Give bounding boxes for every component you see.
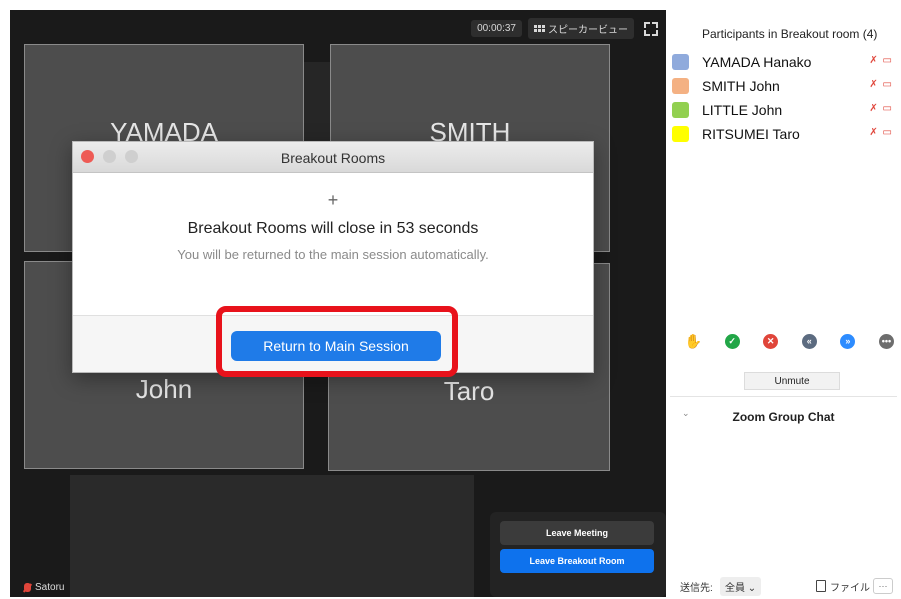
background-strip	[70, 475, 474, 597]
more-options-icon[interactable]: •••	[878, 333, 894, 349]
avatar	[672, 102, 689, 118]
file-label: ファイル	[830, 582, 870, 594]
fullscreen-icon[interactable]	[644, 21, 658, 36]
participant-name: RITSUMEI Taro	[702, 126, 800, 142]
leave-meeting-button[interactable]: Leave Meeting	[500, 521, 654, 545]
plus-icon: +	[327, 190, 339, 210]
go-slower-icon[interactable]: «	[801, 333, 817, 349]
dialog-titlebar: Breakout Rooms	[73, 142, 593, 173]
dialog-message: Breakout Rooms will close in 53 seconds	[187, 220, 479, 237]
avatar	[672, 78, 689, 94]
avatar	[672, 54, 689, 70]
participant-row[interactable]: RITSUMEI Taro ✗ ▭	[672, 124, 897, 144]
muted-mic-video-icon[interactable]: ✗ ▭	[869, 79, 893, 90]
no-x-icon[interactable]: ✕	[763, 333, 779, 349]
speaker-view-label: スピーカービュー	[548, 25, 628, 36]
self-name-tag: Satoru	[24, 582, 64, 593]
muted-mic-icon	[24, 583, 31, 592]
tile-name: Taro	[443, 376, 495, 406]
meeting-timer: 00:00:37	[471, 20, 522, 37]
dialog-title: Breakout Rooms	[280, 150, 386, 166]
chat-footer: 送信先: 全員 ⌄ ファイル ···	[666, 573, 901, 599]
participants-title: Participants in Breakout room (4)	[702, 27, 878, 41]
self-name: Satoru	[35, 582, 65, 593]
chat-title: Zoom Group Chat	[732, 410, 835, 424]
divider	[670, 396, 897, 397]
dialog-body: + Breakout Rooms will close in 53 second…	[73, 172, 593, 312]
leave-breakout-room-button[interactable]: Leave Breakout Room	[500, 549, 654, 573]
dialog-subtext: You will be returned to the main session…	[177, 247, 489, 262]
speaker-view-button[interactable]: スピーカービュー	[528, 18, 634, 39]
leave-panel: Leave Meeting Leave Breakout Room	[490, 512, 666, 597]
file-button[interactable]: ファイル	[816, 579, 870, 594]
muted-mic-video-icon[interactable]: ✗ ▭	[869, 55, 893, 66]
send-to-label: 送信先:	[680, 582, 713, 594]
raise-hand-icon[interactable]: ✋	[685, 333, 702, 349]
yes-check-icon[interactable]: ✓	[724, 333, 740, 349]
participant-row[interactable]: LITTLE John ✗ ▭	[672, 100, 897, 120]
highlight-annotation	[216, 306, 458, 377]
participant-row[interactable]: YAMADA Hanako ✗ ▭	[672, 52, 897, 72]
unmute-button[interactable]: Unmute	[744, 372, 840, 390]
tile-name: John	[135, 374, 193, 404]
participant-name: YAMADA Hanako	[702, 54, 812, 70]
muted-mic-video-icon[interactable]: ✗ ▭	[869, 103, 893, 114]
more-options-button[interactable]: ···	[873, 578, 893, 594]
muted-mic-video-icon[interactable]: ✗ ▭	[869, 127, 893, 138]
top-toolbar: 00:00:37 スピーカービュー	[471, 18, 658, 39]
participant-name: LITTLE John	[702, 102, 783, 118]
go-faster-icon[interactable]: »	[840, 333, 856, 349]
reaction-bar: ✋ ✓ ✕ « » •••	[685, 330, 894, 352]
participants-panel: Participants in Breakout room (4) YAMADA…	[666, 10, 901, 599]
recipient-select[interactable]: 全員 ⌄	[720, 576, 762, 596]
participant-name: SMITH John	[702, 78, 780, 94]
participant-row[interactable]: SMITH John ✗ ▭	[672, 76, 897, 96]
file-icon	[816, 580, 826, 592]
avatar	[672, 126, 689, 142]
gallery-grid-icon	[534, 25, 545, 32]
